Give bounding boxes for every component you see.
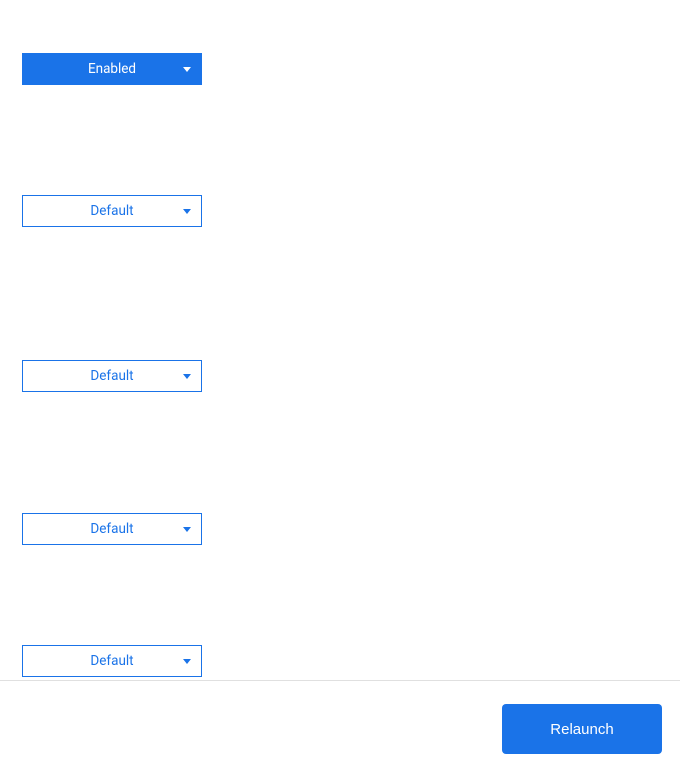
relaunch-button-label: Relaunch bbox=[550, 721, 613, 738]
relaunch-button[interactable]: Relaunch bbox=[502, 704, 662, 754]
flag-dropdown-5-label: Default bbox=[23, 653, 201, 669]
footer: Relaunch bbox=[0, 681, 680, 774]
chevron-down-icon bbox=[183, 527, 191, 532]
chevron-down-icon bbox=[183, 209, 191, 214]
flag-dropdown-3-label: Default bbox=[23, 368, 201, 384]
flag-dropdown-1[interactable]: Enabled bbox=[22, 53, 202, 85]
flag-dropdown-4-label: Default bbox=[23, 521, 201, 537]
flag-dropdown-5[interactable]: Default bbox=[22, 645, 202, 677]
flag-dropdown-1-label: Enabled bbox=[23, 61, 201, 77]
flag-dropdown-2-label: Default bbox=[23, 203, 201, 219]
chevron-down-icon bbox=[183, 67, 191, 72]
flag-dropdown-2[interactable]: Default bbox=[22, 195, 202, 227]
flags-content: Enabled Default Default Default Default bbox=[0, 0, 680, 680]
chevron-down-icon bbox=[183, 374, 191, 379]
flag-dropdown-3[interactable]: Default bbox=[22, 360, 202, 392]
chevron-down-icon bbox=[183, 659, 191, 664]
flag-dropdown-4[interactable]: Default bbox=[22, 513, 202, 545]
